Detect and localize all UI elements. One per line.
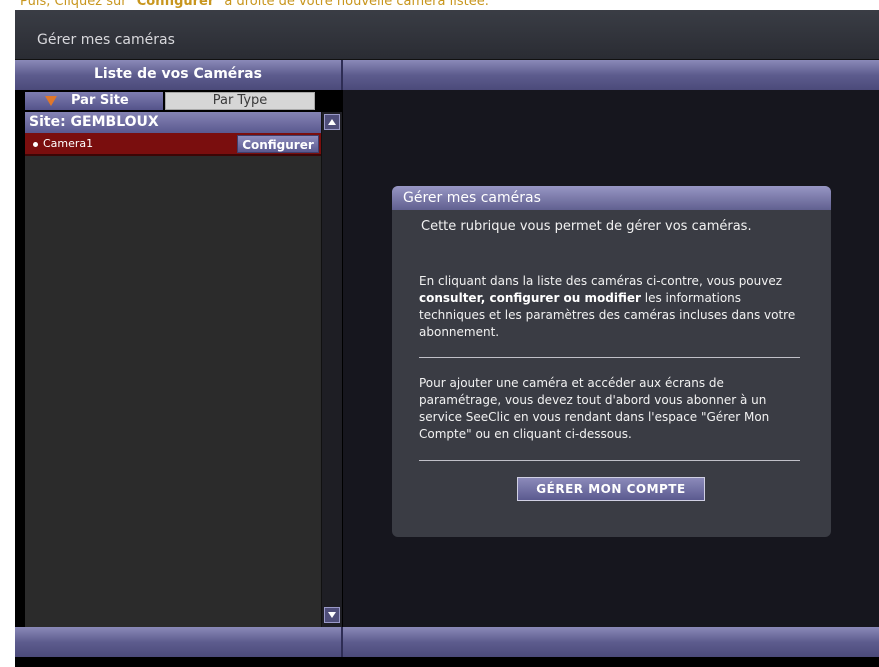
- instruction-bold: Configurer: [136, 0, 215, 9]
- bullet-icon: [33, 142, 38, 147]
- scroll-down-icon[interactable]: [324, 607, 340, 623]
- divider: [419, 460, 800, 461]
- list-tabs: Par Site Par Type: [25, 90, 342, 112]
- content-panel: Gérer mes caméras Cette rubrique vous pe…: [343, 90, 879, 627]
- camera-name: Camera1: [43, 137, 94, 150]
- site-header: Site: GEMBLOUX: [25, 112, 321, 133]
- list-title: Liste de vos Caméras: [94, 66, 262, 82]
- card-title: Gérer mes caméras: [392, 186, 831, 210]
- camera-manager-app: Gérer mes caméras Liste de vos Caméras P…: [15, 10, 879, 667]
- tab-by-site-label: Par Site: [71, 93, 129, 108]
- camera-list-panel: Par Site Par Type Site: GEMBLOUX Camera1…: [25, 90, 342, 627]
- tab-by-type[interactable]: Par Type: [165, 92, 315, 110]
- configure-button[interactable]: Configurer: [237, 135, 319, 153]
- window-title: Gérer mes caméras: [37, 32, 175, 48]
- band-divider: [341, 60, 343, 90]
- footer-band: [15, 627, 879, 657]
- title-bar: Gérer mes caméras: [15, 10, 879, 60]
- camera-list-item[interactable]: Camera1 Configurer: [25, 133, 321, 156]
- card-paragraph-2: Pour ajouter une caméra et accéder aux é…: [419, 376, 770, 441]
- instruction-suffix: " à droite de votre nouvelle caméra list…: [214, 0, 489, 9]
- list-scrollbar[interactable]: [321, 112, 342, 627]
- card-lead: Cette rubrique vous permet de gérer vos …: [421, 219, 752, 234]
- instruction-prefix: Puis, Cliquez sur ": [20, 0, 137, 9]
- scroll-up-icon[interactable]: [324, 114, 340, 130]
- card-p1-bold: consulter, configurer ou modifier: [419, 291, 641, 305]
- manage-account-button[interactable]: GÉRER MON COMPTE: [517, 477, 705, 501]
- info-card: Gérer mes caméras Cette rubrique vous pe…: [392, 186, 831, 537]
- card-p1-before: En cliquant dans la liste des caméras ci…: [419, 274, 783, 288]
- triangle-down-icon: [45, 96, 57, 106]
- band-divider: [341, 627, 343, 657]
- card-paragraph-1: En cliquant dans la liste des caméras ci…: [419, 273, 809, 341]
- tab-by-site[interactable]: Par Site: [25, 92, 163, 110]
- divider: [419, 357, 800, 358]
